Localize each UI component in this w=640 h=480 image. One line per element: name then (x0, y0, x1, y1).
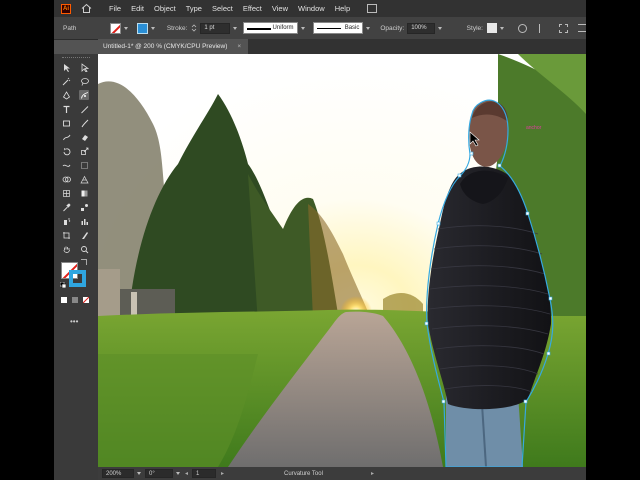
stroke-label[interactable]: Stroke: (167, 25, 188, 32)
menu-select[interactable]: Select (207, 4, 238, 13)
rotate-tool-icon[interactable] (61, 146, 71, 156)
opacity-field[interactable]: 100% (407, 22, 435, 34)
gradient-mode-button[interactable] (72, 297, 78, 303)
stroke-weight-field[interactable]: 1 pt (200, 22, 230, 34)
arrange-documents-icon[interactable] (367, 4, 378, 13)
document-tab[interactable]: Untitled-1* @ 200 % (CMYK/CPU Preview) × (98, 39, 248, 54)
menu-type[interactable]: Type (181, 4, 207, 13)
blend-tool-icon[interactable] (79, 202, 89, 212)
fill-color-none-swatch[interactable] (110, 22, 122, 34)
menu-effect[interactable]: Effect (238, 4, 267, 13)
brush-name: Basic (344, 25, 360, 31)
profile-name: Uniform (272, 25, 294, 31)
perspective-grid-tool-icon[interactable] (79, 174, 89, 184)
swap-fill-stroke-icon[interactable] (81, 259, 87, 265)
scale-tool-icon[interactable] (79, 146, 89, 156)
edit-toolbar-icon[interactable]: ••• (70, 317, 78, 326)
stroke-weight-stepper[interactable] (191, 22, 197, 34)
document-tab-bar: Untitled-1* @ 200 % (CMYK/CPU Preview) × (98, 39, 586, 54)
menu-bar: Ai File Edit Object Type Select Effect View Win… (54, 0, 586, 17)
menu-window[interactable]: Window (293, 4, 330, 13)
chevron-down-icon[interactable] (437, 26, 442, 30)
symbol-sprayer-tool-icon[interactable] (61, 216, 71, 226)
default-fill-stroke-icon[interactable] (59, 281, 67, 289)
hand-tool-icon[interactable] (61, 244, 71, 254)
graphic-style-swatch[interactable] (486, 23, 497, 33)
chevron-down-icon[interactable] (499, 26, 504, 30)
selection-type-label: Path (63, 24, 77, 32)
color-mode-button[interactable] (61, 297, 67, 303)
selection-tool-icon[interactable] (61, 62, 71, 72)
chevron-down-icon[interactable] (366, 26, 371, 30)
stroke-swatch[interactable] (69, 270, 86, 287)
recolor-artwork-icon[interactable] (517, 23, 527, 33)
line-segment-tool-icon[interactable] (79, 104, 89, 114)
type-tool-icon[interactable] (61, 104, 71, 114)
profile-preview-line (246, 28, 271, 30)
menu-file[interactable]: File (104, 4, 126, 13)
rotation-field[interactable]: 0° (145, 469, 173, 478)
eraser-tool-icon[interactable] (79, 132, 89, 142)
chevron-down-icon[interactable] (137, 472, 141, 475)
menu-help[interactable]: Help (330, 4, 355, 13)
rectangle-tool-icon[interactable] (61, 118, 71, 128)
status-arrow-icon[interactable]: ▸ (371, 470, 374, 477)
menu-view[interactable]: View (267, 4, 293, 13)
style-label: Style: (466, 24, 483, 32)
artboard-nav-prev-icon[interactable]: ◂ (185, 470, 188, 477)
chevron-down-icon[interactable] (232, 26, 237, 30)
zoom-field[interactable]: 200% (102, 469, 134, 478)
chevron-down-icon[interactable] (124, 26, 129, 30)
artboard-canvas[interactable]: anchor (98, 54, 586, 467)
transform-icon[interactable] (559, 23, 569, 33)
curvature-tool-icon[interactable] (79, 90, 89, 100)
menu-items: File Edit Object Type Select Effect View Window… (104, 4, 355, 13)
panel-grip[interactable] (62, 57, 90, 60)
shaper-tool-icon[interactable] (61, 132, 71, 142)
panel-menu-icon[interactable] (578, 24, 586, 32)
tools-panel: ••• (54, 54, 98, 480)
direct-selection-tool-icon[interactable] (79, 62, 89, 72)
artboard-nav-next-icon[interactable]: ▸ (221, 470, 224, 477)
width-tool-icon[interactable] (61, 160, 71, 170)
stroke-color-swatch[interactable] (137, 22, 148, 34)
free-transform-tool-icon[interactable] (79, 160, 89, 170)
eyedropper-tool-icon[interactable] (61, 202, 71, 212)
anchor-label: anchor (526, 125, 542, 131)
menu-object[interactable]: Object (149, 4, 181, 13)
artboard-tool-icon[interactable] (61, 230, 71, 240)
none-mode-button[interactable] (83, 297, 89, 303)
lasso-tool-icon[interactable] (79, 76, 89, 86)
current-tool-label: Curvature Tool (284, 470, 323, 477)
home-icon[interactable] (81, 3, 92, 14)
control-bar: Path Stroke: 1 pt Uniform Basic Opacity:… (54, 17, 586, 40)
chevron-down-icon[interactable] (300, 26, 305, 30)
close-icon[interactable]: × (237, 43, 241, 50)
mesh-tool-icon[interactable] (61, 188, 71, 198)
document-tab-title: Untitled-1* @ 200 % (CMYK/CPU Preview) (103, 43, 228, 50)
illustrator-logo: Ai (61, 3, 71, 14)
paintbrush-tool-icon[interactable] (79, 118, 89, 128)
variable-width-profile-dropdown[interactable]: Uniform (242, 22, 298, 34)
gradient-tool-icon[interactable] (79, 188, 89, 198)
opacity-label[interactable]: Opacity: (380, 25, 404, 32)
slice-tool-icon[interactable] (79, 230, 89, 240)
zoom-tool-icon[interactable] (79, 244, 89, 254)
status-bar: 200% 0° ◂ 1 ▸ Curvature Tool ▸ (98, 467, 586, 480)
magic-wand-tool-icon[interactable] (61, 76, 71, 86)
align-icon[interactable] (538, 23, 548, 33)
column-graph-tool-icon[interactable] (79, 216, 89, 226)
chevron-down-icon[interactable] (150, 26, 155, 30)
menu-edit[interactable]: Edit (126, 4, 149, 13)
illustrator-window: Ai File Edit Object Type Select Effect View Win… (54, 0, 586, 480)
chevron-down-icon[interactable] (176, 472, 180, 475)
shape-builder-tool-icon[interactable] (61, 174, 71, 184)
photo-artwork (98, 54, 586, 467)
artboard-number-field[interactable]: 1 (192, 469, 217, 478)
brush-definition-dropdown[interactable]: Basic (312, 22, 364, 34)
brush-preview-line (316, 28, 341, 29)
pen-tool-icon[interactable] (61, 90, 71, 100)
